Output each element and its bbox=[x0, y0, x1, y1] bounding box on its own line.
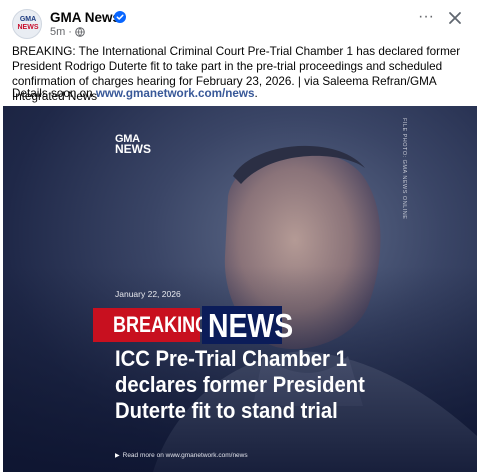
page-name-link[interactable]: GMA News bbox=[50, 10, 120, 25]
page-avatar[interactable]: GMA NEWS bbox=[12, 9, 42, 39]
logo-news: NEWS bbox=[115, 142, 151, 156]
arrow-icon: ▶ bbox=[115, 453, 120, 459]
details-prefix: Details soon on bbox=[12, 87, 96, 100]
news-label: NEWS bbox=[208, 307, 294, 344]
avatar-logo-line1: GMA bbox=[19, 16, 37, 23]
facebook-post: GMA NEWS GMA News 5m · ··· BREAKING: The… bbox=[0, 0, 480, 472]
post-details-line: Details soon on www.gmanetwork.com/news. bbox=[12, 86, 258, 101]
meta-separator: · bbox=[68, 26, 72, 38]
post-timestamp[interactable]: 5m bbox=[50, 26, 65, 38]
close-icon[interactable] bbox=[446, 9, 464, 27]
read-more-text: Read more on www.gmanetwork.com/news bbox=[122, 452, 248, 459]
post-meta: 5m · bbox=[50, 26, 85, 38]
photo-credit: FILE PHOTO: GMA NEWS ONLINE bbox=[401, 118, 407, 220]
gma-news-link[interactable]: www.gmanetwork.com/news bbox=[96, 87, 255, 100]
news-headline: ICC Pre-Trial Chamber 1 declares former … bbox=[115, 346, 365, 423]
more-options-icon[interactable]: ··· bbox=[418, 9, 434, 25]
read-more-line: ▶ Read more on www.gmanetwork.com/news bbox=[115, 452, 248, 459]
verified-badge-icon bbox=[114, 11, 126, 23]
avatar-logo-line2: NEWS bbox=[17, 24, 39, 31]
breaking-label: BREAKING bbox=[113, 312, 210, 337]
gma-news-logo: GMA NEWS bbox=[115, 134, 151, 156]
news-date: January 22, 2026 bbox=[115, 289, 181, 299]
gma-avatar-logo: GMA NEWS bbox=[16, 16, 40, 32]
details-suffix: . bbox=[254, 87, 258, 100]
globe-icon[interactable] bbox=[75, 27, 85, 37]
post-image[interactable]: FILE PHOTO: GMA NEWS ONLINE GMA NEWS Jan… bbox=[3, 106, 477, 472]
